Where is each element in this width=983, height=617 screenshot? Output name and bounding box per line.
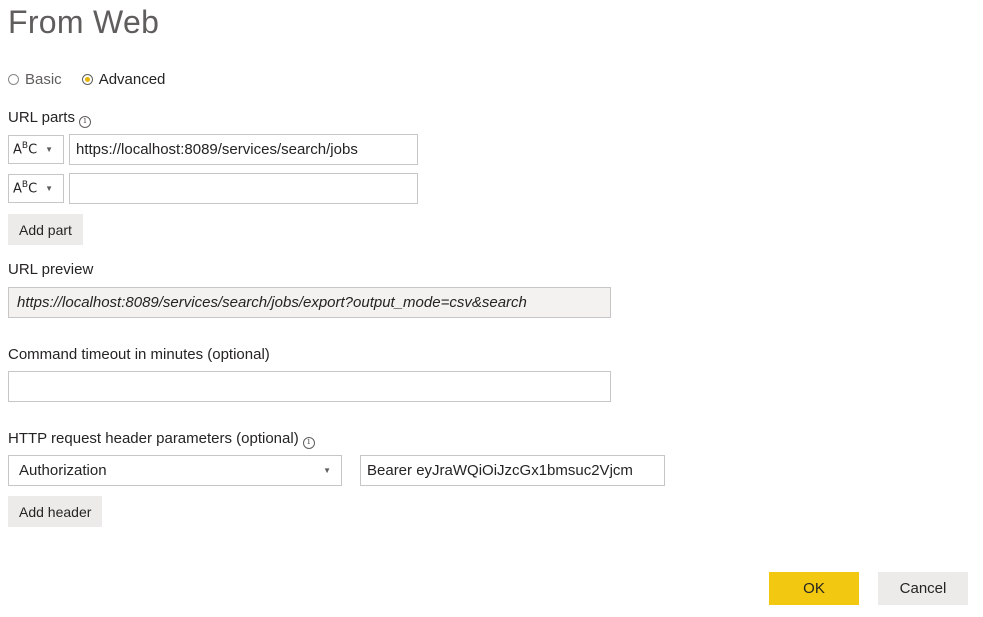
url-part-type-select[interactable]: ABC ▼ <box>8 135 64 164</box>
ok-button[interactable]: OK <box>769 572 859 605</box>
url-preview-field: https://localhost:8089/services/search/j… <box>8 287 611 318</box>
radio-advanced[interactable]: Advanced <box>81 71 166 88</box>
url-parts-label: URL parts <box>8 109 75 126</box>
url-part-type-select[interactable]: ABC ▼ <box>8 174 64 203</box>
header-name-dropdown[interactable]: Authorization ▼ <box>8 455 342 486</box>
headers-label: HTTP request header parameters (optional… <box>8 430 299 447</box>
info-icon[interactable]: i <box>302 436 315 449</box>
chevron-down-icon: ▼ <box>45 145 54 154</box>
mode-radio-group: Basic Advanced <box>8 71 165 88</box>
header-value-input[interactable]: Bearer eyJraWQiOiJzcGx1bmsuc2Vjcm <box>360 455 665 486</box>
timeout-label: Command timeout in minutes (optional) <box>8 346 270 363</box>
url-parts-label-row: URL parts i <box>8 109 91 128</box>
text-type-icon: ABC <box>13 180 38 197</box>
from-web-dialog: From Web Basic Advanced URL parts i ABC ▼… <box>0 0 983 617</box>
add-part-button[interactable]: Add part <box>8 214 83 245</box>
dialog-title: From Web <box>8 4 160 40</box>
url-preview-label: URL preview <box>8 261 94 278</box>
text-type-icon: ABC <box>13 141 38 158</box>
url-part-input[interactable] <box>69 173 418 204</box>
headers-label-row: HTTP request header parameters (optional… <box>8 430 315 449</box>
radio-basic[interactable]: Basic <box>8 71 62 88</box>
timeout-input[interactable] <box>8 371 611 402</box>
info-icon[interactable]: i <box>78 115 91 128</box>
header-name-value: Authorization <box>19 462 107 479</box>
radio-selected-icon <box>81 74 93 85</box>
radio-circle-icon <box>8 74 19 85</box>
add-header-button[interactable]: Add header <box>8 496 103 527</box>
url-part-input[interactable]: https://localhost:8089/services/search/j… <box>69 134 418 165</box>
cancel-button[interactable]: Cancel <box>878 572 968 605</box>
radio-basic-label: Basic <box>25 71 62 88</box>
radio-advanced-label: Advanced <box>98 71 166 88</box>
chevron-down-icon: ▼ <box>323 466 331 475</box>
chevron-down-icon: ▼ <box>45 184 54 193</box>
